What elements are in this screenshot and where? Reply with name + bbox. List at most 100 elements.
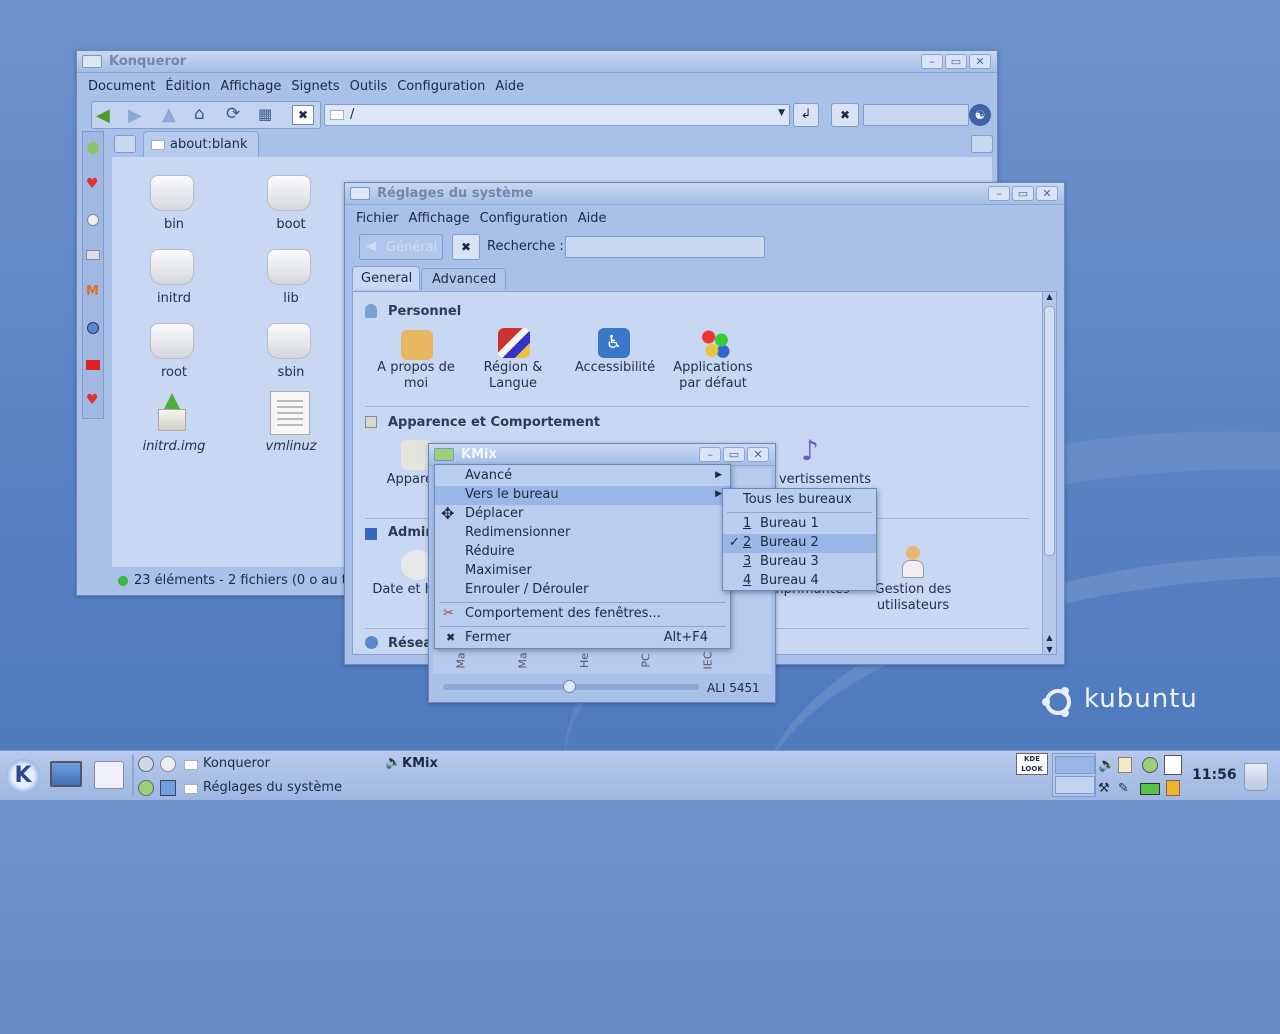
close-button[interactable]: ✕ bbox=[969, 54, 991, 69]
text-file-icon[interactable] bbox=[270, 391, 310, 435]
update-icon[interactable] bbox=[1142, 757, 1158, 773]
location-field[interactable]: / ▼ bbox=[324, 104, 790, 126]
go-button[interactable]: ↲ bbox=[793, 103, 819, 127]
maximize-button[interactable]: ▭ bbox=[723, 447, 745, 462]
window-menu-icon[interactable] bbox=[350, 187, 370, 200]
menu-fichier[interactable]: Fichier bbox=[351, 211, 404, 226]
item-label[interactable]: moi bbox=[361, 376, 471, 392]
item-label[interactable]: Accessibilité bbox=[560, 360, 670, 376]
services-icon[interactable] bbox=[86, 360, 100, 370]
favorites-heart-icon[interactable]: ♥ bbox=[86, 392, 99, 408]
pager[interactable] bbox=[1052, 753, 1096, 797]
package-icon[interactable] bbox=[152, 393, 192, 433]
minimize-button[interactable]: – bbox=[988, 186, 1010, 201]
bookmarks-heart-icon[interactable]: ♥ bbox=[86, 176, 99, 192]
task-reglages[interactable]: Réglages du système bbox=[136, 777, 376, 799]
menu-item-enrouler[interactable]: Enrouler / Dérouler bbox=[435, 581, 730, 600]
search-input[interactable] bbox=[565, 236, 765, 258]
menu-edition[interactable]: Édition bbox=[160, 79, 215, 94]
settings-titlebar[interactable]: Réglages du système – ▭ ✕ bbox=[345, 183, 1064, 205]
window-menu-icon[interactable] bbox=[82, 55, 102, 68]
close-button[interactable]: ✕ bbox=[1036, 186, 1058, 201]
folder-icon[interactable] bbox=[150, 323, 194, 359]
file-label[interactable]: sbin bbox=[246, 365, 336, 380]
clear-search-button[interactable]: ✖ bbox=[452, 234, 480, 260]
menu-item-comportement[interactable]: ✂ Comportement des fenêtres... bbox=[435, 605, 730, 624]
menu-item-bureau-4[interactable]: 4 Bureau 4 bbox=[723, 572, 876, 591]
item-label[interactable]: Applications bbox=[658, 360, 768, 376]
item-label[interactable]: utilisateurs bbox=[858, 598, 968, 614]
maximize-button[interactable]: ▭ bbox=[1012, 186, 1034, 201]
chevron-down-icon[interactable]: ▼ bbox=[778, 108, 785, 118]
file-label[interactable]: boot bbox=[246, 217, 336, 232]
menu-item-vers-le-bureau[interactable]: Vers le bureau ▶ bbox=[435, 486, 730, 505]
about-me-icon[interactable] bbox=[401, 330, 433, 360]
file-label[interactable]: vmlinuz bbox=[246, 439, 336, 454]
file-label[interactable]: lib bbox=[246, 291, 336, 306]
folder-icon[interactable] bbox=[267, 175, 311, 211]
notifications-note-icon[interactable]: ♪ bbox=[801, 434, 819, 467]
default-apps-icon[interactable] bbox=[699, 328, 731, 358]
file-label[interactable]: initrd.img bbox=[129, 439, 219, 454]
view-mode-icon[interactable]: ▦ bbox=[258, 105, 272, 123]
folder-icon[interactable] bbox=[150, 175, 194, 211]
item-label[interactable]: par défaut bbox=[658, 376, 768, 392]
menu-item-redimensionner[interactable]: Redimensionner bbox=[435, 524, 730, 543]
menu-item-bureau-3[interactable]: 3 Bureau 3 bbox=[723, 553, 876, 572]
clear-location-icon[interactable]: ✖ bbox=[292, 105, 314, 125]
menu-configuration[interactable]: Configuration bbox=[475, 211, 573, 226]
task-kmix[interactable]: 🔈 KMix bbox=[382, 753, 622, 775]
scroll-down-arrow[interactable]: ▲ bbox=[1043, 633, 1056, 642]
reload-icon[interactable]: ⟳ bbox=[226, 104, 240, 124]
menu-affichage[interactable]: Affichage bbox=[404, 211, 475, 226]
item-label[interactable]: vertissements bbox=[771, 472, 871, 488]
kde-look-applet[interactable]: KDE LOOK bbox=[1016, 753, 1048, 775]
hammer-icon[interactable]: ⚒ bbox=[1098, 781, 1110, 796]
folder-icon[interactable] bbox=[267, 249, 311, 285]
region-flag-icon[interactable] bbox=[498, 328, 530, 358]
menu-item-bureau-1[interactable]: 1 Bureau 1 bbox=[723, 515, 876, 534]
home-icon[interactable]: ⌂ bbox=[194, 104, 205, 124]
item-label[interactable]: Appare bbox=[353, 472, 433, 488]
battery-icon[interactable] bbox=[1140, 783, 1160, 795]
forward-arrow-icon[interactable]: ▶ bbox=[128, 105, 142, 126]
clock[interactable]: 11:56 bbox=[1192, 767, 1237, 783]
accessibility-icon[interactable]: ♿ bbox=[598, 328, 630, 358]
scroll-down-arrow[interactable]: ▼ bbox=[1043, 645, 1056, 654]
menu-aide[interactable]: Aide bbox=[573, 211, 612, 226]
task-konqueror[interactable]: Konqueror bbox=[136, 753, 376, 775]
network-globe-icon[interactable] bbox=[87, 322, 99, 334]
tab-general[interactable]: General bbox=[352, 266, 420, 290]
users-icon[interactable] bbox=[901, 546, 925, 580]
menu-outils[interactable]: Outils bbox=[345, 79, 393, 94]
notes-icon[interactable] bbox=[1166, 780, 1180, 796]
menu-item-avance[interactable]: Avancé ▶ bbox=[435, 467, 730, 486]
history-clock-icon[interactable] bbox=[87, 214, 99, 226]
pager-desktop[interactable] bbox=[1055, 756, 1095, 774]
kmail-icon[interactable]: M bbox=[86, 284, 99, 299]
menu-item-deplacer[interactable]: ✥ Déplacer bbox=[435, 504, 730, 524]
item-label[interactable]: A propos de bbox=[361, 360, 471, 376]
minimize-button[interactable]: – bbox=[921, 54, 943, 69]
folder-icon[interactable] bbox=[267, 323, 311, 359]
kmenu-button[interactable]: K bbox=[6, 759, 40, 793]
file-label[interactable]: bin bbox=[129, 217, 219, 232]
file-label[interactable]: root bbox=[129, 365, 219, 380]
pager-desktop[interactable] bbox=[1055, 776, 1095, 794]
file-label[interactable]: initrd bbox=[129, 291, 219, 306]
scroll-thumb[interactable] bbox=[1044, 306, 1055, 556]
maximize-button[interactable]: ▭ bbox=[945, 54, 967, 69]
new-tab-button[interactable] bbox=[114, 135, 136, 153]
item-label[interactable]: Langue bbox=[458, 376, 568, 392]
system-settings-launcher-icon[interactable] bbox=[94, 761, 124, 789]
menu-document[interactable]: Document bbox=[83, 79, 160, 94]
menu-item-bureau-2[interactable]: ✓ 2 Bureau 2 bbox=[723, 534, 876, 553]
up-arrow-icon[interactable]: ▲ bbox=[162, 104, 176, 125]
minimize-button[interactable]: – bbox=[699, 447, 721, 462]
home-folder-icon[interactable] bbox=[87, 142, 99, 154]
menu-item-tous-les-bureaux[interactable]: Tous les bureaux bbox=[723, 491, 876, 510]
menu-item-fermer[interactable]: ✖ Fermer Alt+F4 bbox=[435, 629, 730, 648]
konqueror-titlebar[interactable]: Konqueror – ▭ ✕ bbox=[77, 51, 997, 73]
calendar-icon[interactable] bbox=[1164, 755, 1182, 775]
item-label[interactable]: Région & bbox=[458, 360, 568, 376]
